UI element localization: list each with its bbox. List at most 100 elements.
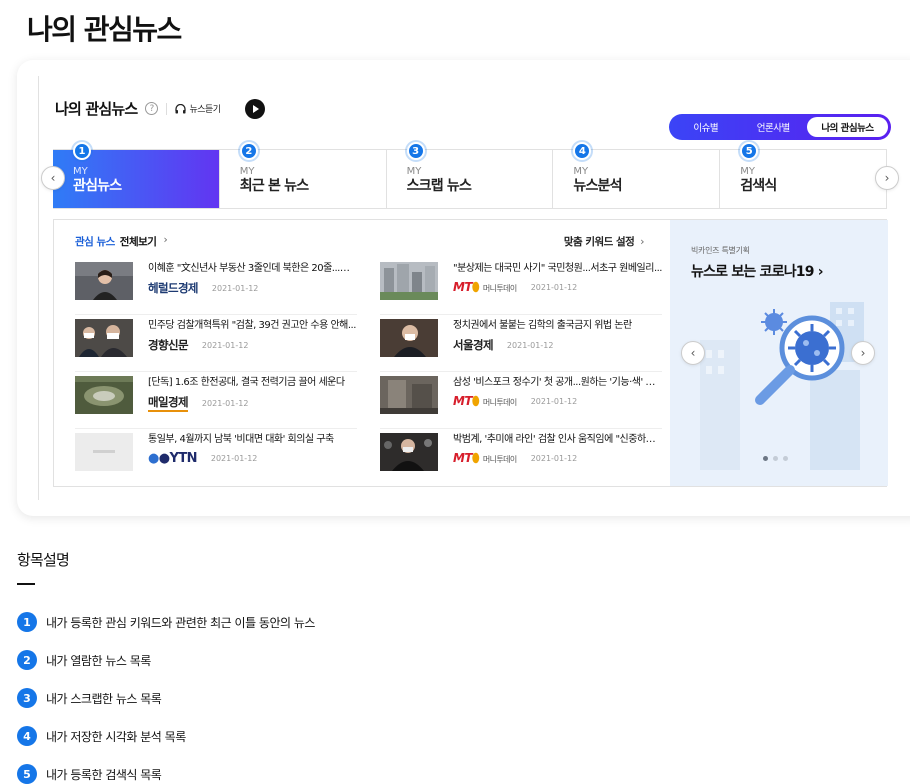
pagination-dot[interactable] xyxy=(773,456,778,461)
press-name: MT xyxy=(453,451,473,465)
news-date: 2021-01-12 xyxy=(530,397,578,406)
ytn-logo-icon: ● xyxy=(148,451,159,466)
keyword-setting-link[interactable]: 맞춤 키워드 설정 › xyxy=(563,234,645,249)
play-button[interactable] xyxy=(244,98,265,119)
banner-prev-button[interactable]: ‹ xyxy=(681,341,705,365)
mt-logo-icon: ⬮ xyxy=(471,394,480,408)
chevron-right-icon: › xyxy=(817,264,824,280)
segment-my-news[interactable]: 나의 관심뉴스 xyxy=(807,117,888,137)
news-date: 2021-01-12 xyxy=(211,283,259,293)
description-text: 내가 등록한 관심 키워드와 관련한 최근 이틀 동안의 뉴스 xyxy=(46,615,315,630)
description-item: 3 내가 스크랩한 뉴스 목록 xyxy=(17,679,315,717)
news-title: 민주당 검찰개혁특위 "검찰, 39건 권고안 수용 안해... xyxy=(148,320,356,331)
tab-label: 관심뉴스 xyxy=(73,178,122,194)
description-item: 5 내가 등록한 검색식 목록 xyxy=(17,755,315,784)
news-list-right: "분상제는 대국민 사기" 국민청원...서초구 원베일리... MT⬮ 머니투데… xyxy=(380,258,662,486)
banner-title: 뉴스로 보는 코로나19 › xyxy=(691,261,824,281)
description-divider xyxy=(17,583,35,585)
tabs-prev-button[interactable]: ‹ xyxy=(41,166,65,190)
description-text: 내가 저장한 시각화 분석 목록 xyxy=(46,729,186,744)
news-widget-card: 나의 관심뉴스 ? 뉴스듣기 이슈별 언론사별 나의 관심뉴스 1 MY 관심뉴… xyxy=(17,60,910,516)
news-title: 정치권에서 불붙는 김학의 출국금지 위법 논란 xyxy=(453,320,632,331)
news-item[interactable]: 이혜훈 "文신년사 부동산 3줄인데 북한은 20줄...속 ... 헤럴드경제… xyxy=(75,258,357,315)
tab-number-badge: 2 xyxy=(239,142,258,160)
number-badge: 2 xyxy=(17,650,37,670)
news-item[interactable]: 통일부, 4월까지 남북 '비대면 대화' 회의실 구축 ●●YTN 2021-… xyxy=(75,429,357,486)
tab-label: 뉴스분석 xyxy=(573,178,622,194)
news-item[interactable]: 민주당 검찰개혁특위 "검찰, 39건 권고안 수용 안해... 경향신문 20… xyxy=(75,315,357,372)
page-title: 나의 관심뉴스 xyxy=(27,13,182,46)
news-thumbnail xyxy=(75,433,133,471)
description-item: 1 내가 등록한 관심 키워드와 관련한 최근 이틀 동안의 뉴스 xyxy=(17,603,315,641)
news-widget: 나의 관심뉴스 ? 뉴스듣기 이슈별 언론사별 나의 관심뉴스 1 MY 관심뉴… xyxy=(38,76,899,500)
chevron-right-icon: › xyxy=(640,236,644,248)
tab-number-badge: 3 xyxy=(406,142,425,160)
view-segment-control: 이슈별 언론사별 나의 관심뉴스 xyxy=(669,114,891,140)
description-list: 1 내가 등록한 관심 키워드와 관련한 최근 이틀 동안의 뉴스 2 내가 열… xyxy=(17,603,315,784)
tab-interest-news[interactable]: 1 MY 관심뉴스 xyxy=(53,142,219,208)
number-badge: 1 xyxy=(17,612,37,632)
pagination-dot[interactable] xyxy=(763,456,768,461)
news-head-view-all: 전체보기 xyxy=(119,236,157,248)
number-badge: 5 xyxy=(17,764,37,784)
banner-pagination xyxy=(763,456,788,461)
header-divider xyxy=(166,102,168,115)
press-name: MT xyxy=(453,280,473,294)
description-text: 내가 등록한 검색식 목록 xyxy=(46,767,162,782)
chevron-right-icon: › xyxy=(163,234,168,246)
tabs-next-button[interactable]: › xyxy=(875,166,899,190)
banner-kicker: 빅카인즈 특별기획 xyxy=(691,246,750,255)
news-date: 2021-01-12 xyxy=(201,398,249,408)
news-thumbnail xyxy=(380,376,438,414)
news-list-header[interactable]: 관심 뉴스 전체보기 › xyxy=(75,234,168,249)
news-title: 통일부, 4월까지 남북 '비대면 대화' 회의실 구축 xyxy=(148,434,334,445)
tab-recent-news[interactable]: 2 MY 최근 본 뉴스 xyxy=(218,142,386,208)
news-item[interactable]: "분상제는 대국민 사기" 국민청원...서초구 원베일리... MT⬮ 머니투데… xyxy=(380,258,662,315)
pagination-dot[interactable] xyxy=(783,456,788,461)
tab-content: 관심 뉴스 전체보기 › 맞춤 키워드 설정 › 이혜훈 "文신년사 부동산 3… xyxy=(53,219,888,487)
tab-number-badge: 1 xyxy=(73,142,91,160)
news-thumbnail xyxy=(75,262,133,300)
press-logo: MT⬮ 머니투데이 xyxy=(453,394,517,409)
press-subname: 머니투데이 xyxy=(482,455,517,464)
my-tabs: 1 MY 관심뉴스 2 MY 최근 본 뉴스 3 MY 스크랩 뉴스 4 MY … xyxy=(53,142,887,209)
news-item[interactable]: 정치권에서 불붙는 김학의 출국금지 위법 논란 서울경제 2021-01-12 xyxy=(380,315,662,372)
description-item: 4 내가 저장한 시각화 분석 목록 xyxy=(17,717,315,755)
help-icon[interactable]: ? xyxy=(145,102,159,115)
description-text: 내가 열람한 뉴스 목록 xyxy=(46,653,151,668)
corona-banner[interactable]: 빅카인즈 특별기획 뉴스로 보는 코로나19 › ‹ › xyxy=(670,220,888,486)
press-name: YTN xyxy=(169,451,198,466)
press-logo: 매일경제 xyxy=(148,394,189,412)
tab-scrap-news[interactable]: 3 MY 스크랩 뉴스 xyxy=(385,142,553,208)
news-thumbnail xyxy=(75,376,133,414)
number-badge: 3 xyxy=(17,688,37,708)
tab-my-label: MY xyxy=(740,166,755,177)
tab-news-analysis[interactable]: 4 MY 뉴스분석 xyxy=(552,142,719,208)
listen-label: 뉴스듣기 xyxy=(189,105,221,115)
news-title: 박범계, '추미애 라인' 검찰 인사 움직임에 "신중하라... xyxy=(453,434,662,445)
press-logo: 헤럴드경제 xyxy=(148,281,199,295)
press-logo: MT⬮ 머니투데이 xyxy=(453,451,517,466)
news-date: 2021-01-12 xyxy=(530,283,578,292)
news-item[interactable]: [단독] 1.6조 한전공대, 결국 전력기금 끌어 세운다 매일경제 2021… xyxy=(75,372,357,429)
keyword-setting-label: 맞춤 키워드 설정 xyxy=(563,236,635,248)
news-item[interactable]: 삼성 '비스포크 정수기' 첫 공개...원하는 '기능·색' 맞... MT⬮… xyxy=(380,372,662,429)
banner-next-button[interactable]: › xyxy=(851,341,875,365)
news-thumbnail xyxy=(380,433,438,471)
segment-press[interactable]: 언론사별 xyxy=(740,117,808,137)
tab-number-badge: 4 xyxy=(573,142,592,160)
news-title: [단독] 1.6조 한전공대, 결국 전력기금 끌어 세운다 xyxy=(148,377,345,388)
segment-issue[interactable]: 이슈별 xyxy=(672,117,740,137)
news-date: 2021-01-12 xyxy=(201,340,249,350)
listen-button[interactable]: 뉴스듣기 xyxy=(175,102,221,115)
press-logo: MT⬮ 머니투데이 xyxy=(453,280,517,295)
headphone-icon xyxy=(175,103,187,113)
news-title: "분상제는 대국민 사기" 국민청원...서초구 원베일리... xyxy=(453,263,662,274)
press-subname: 머니투데이 xyxy=(482,284,517,293)
tab-search-query[interactable]: 5 MY 검색식 xyxy=(719,142,886,208)
tab-my-label: MY xyxy=(239,166,255,177)
press-logo: ●●YTN xyxy=(148,451,197,466)
news-item[interactable]: 박범계, '추미애 라인' 검찰 인사 움직임에 "신중하라... MT⬮ 머니투… xyxy=(380,429,662,486)
news-pane: 관심 뉴스 전체보기 › 맞춤 키워드 설정 › 이혜훈 "文신년사 부동산 3… xyxy=(54,220,670,486)
news-head-category: 관심 뉴스 xyxy=(75,236,115,248)
